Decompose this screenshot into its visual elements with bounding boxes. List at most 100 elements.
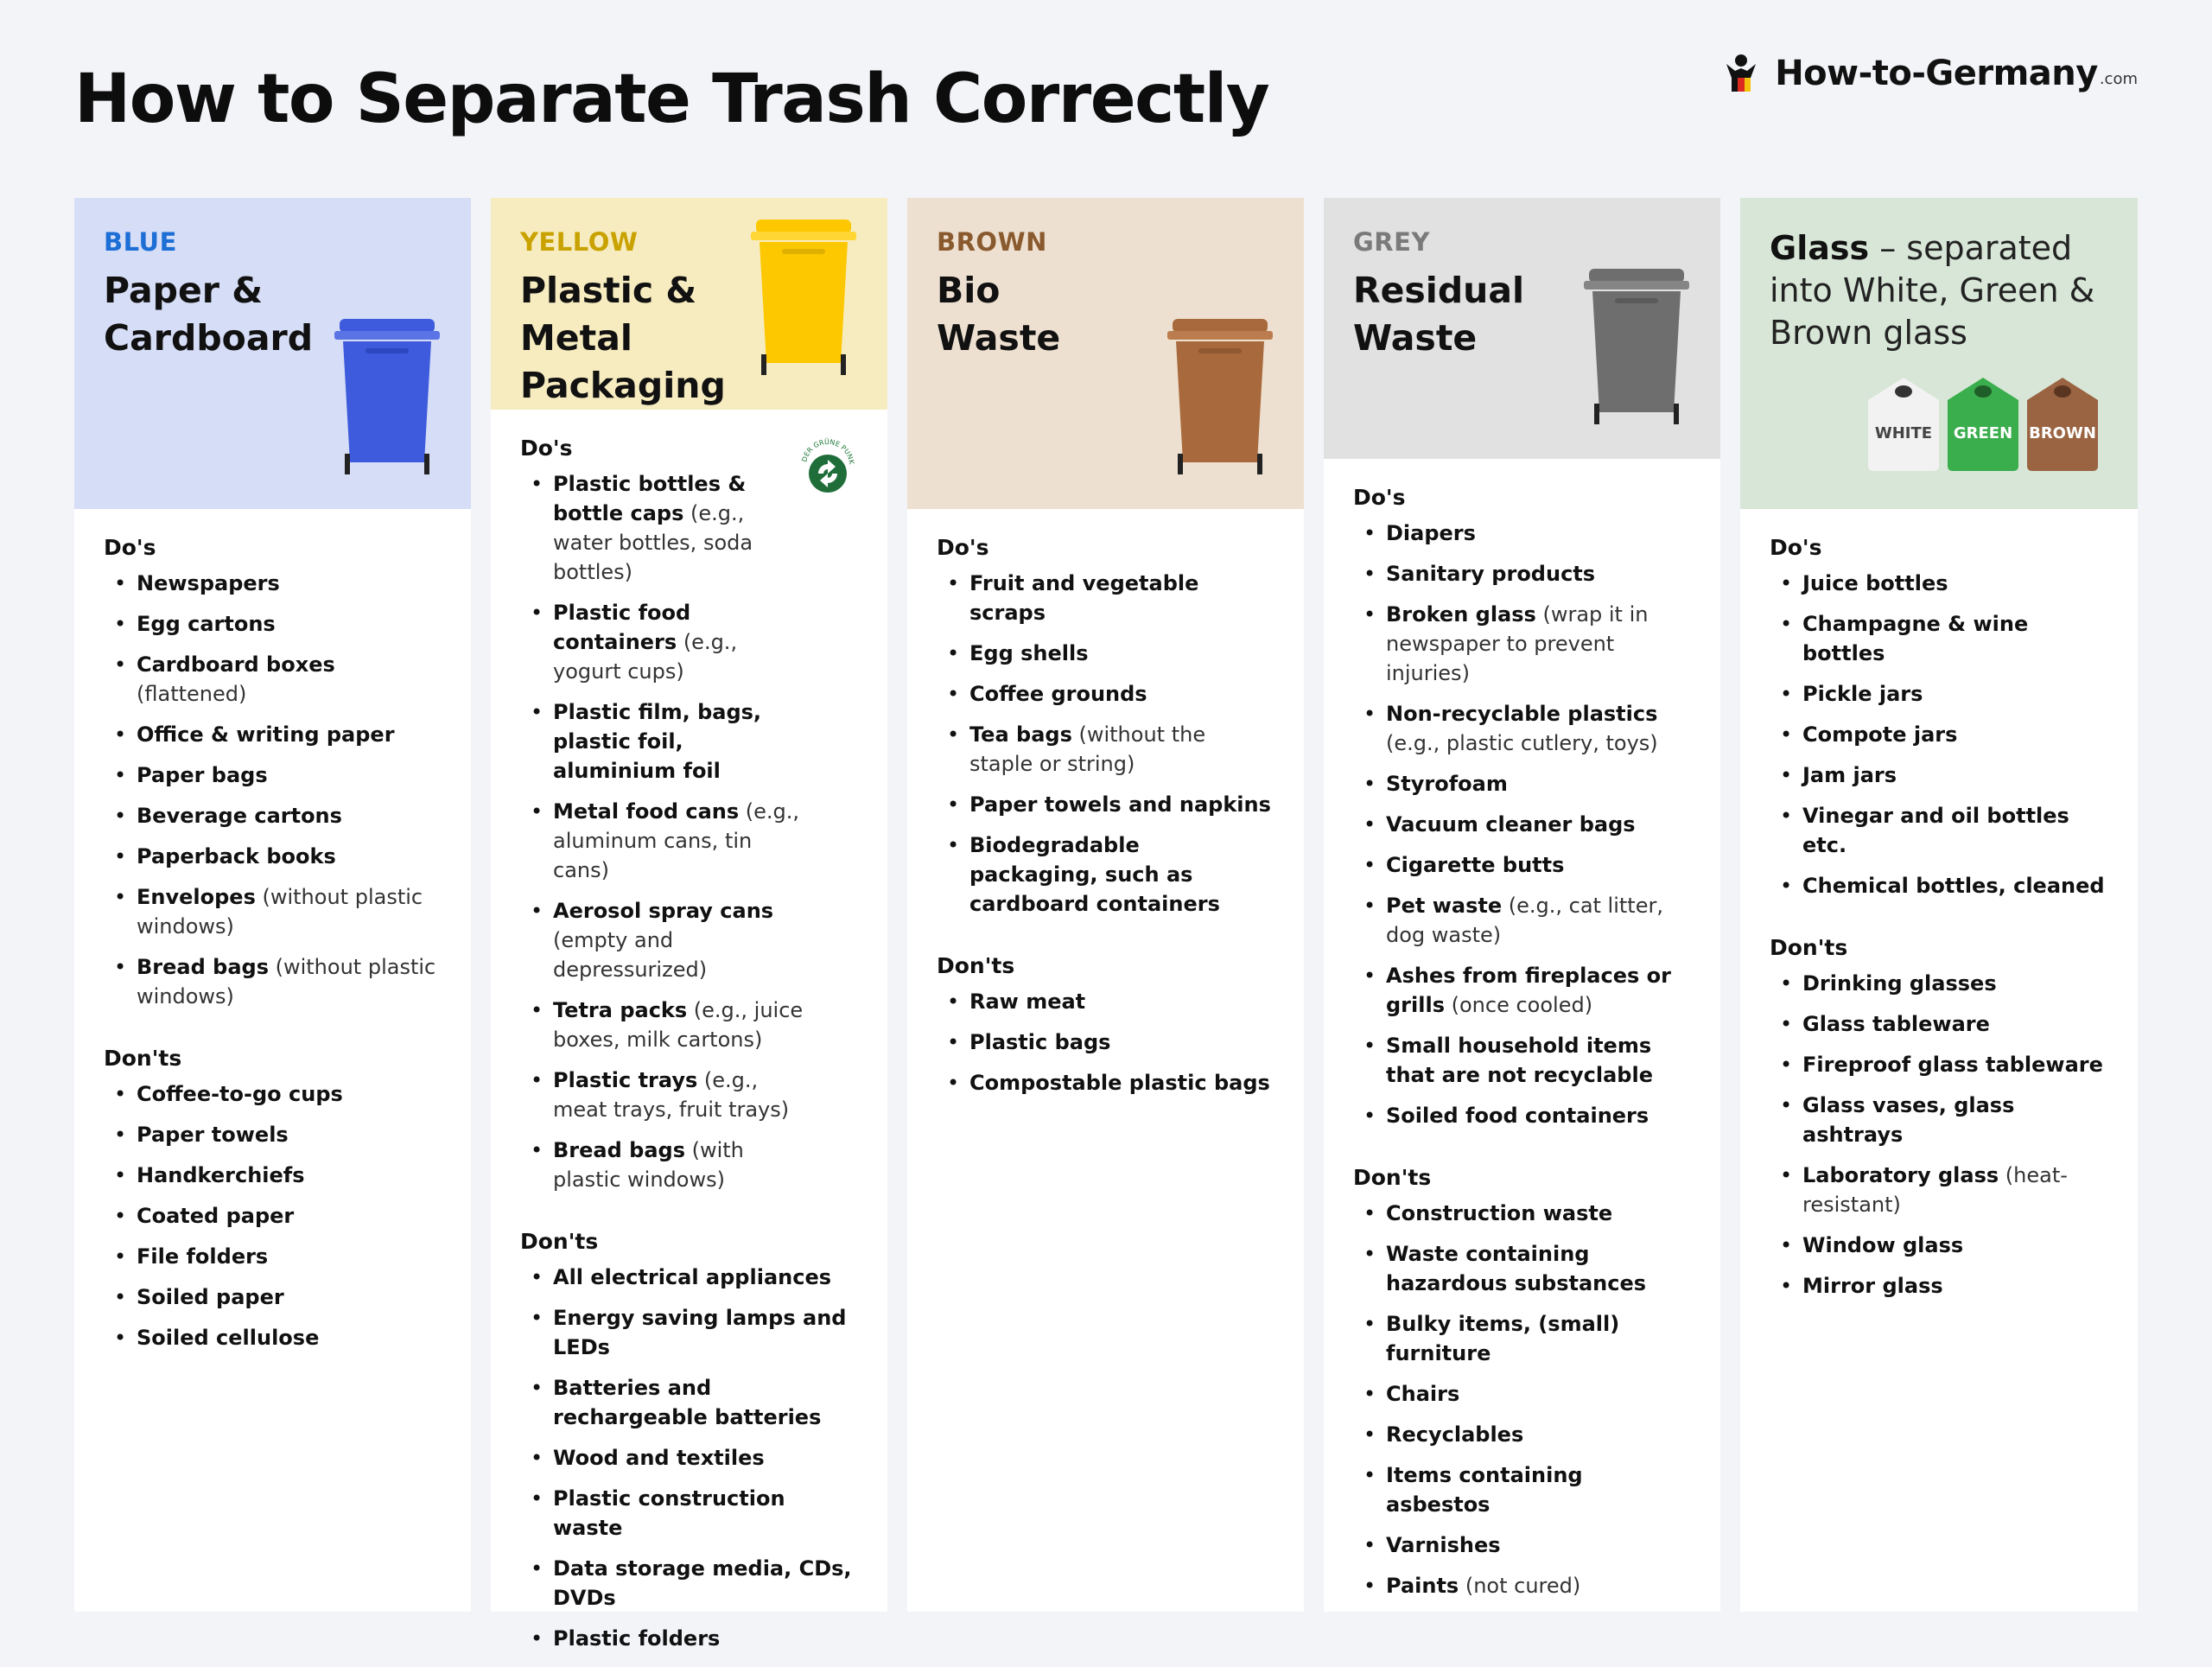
list-item: Bread bags (without plastic windows)	[104, 952, 442, 1011]
list-item: Diapers	[1353, 519, 1691, 548]
list-item: Plastic trays (e.g., meat trays, fruit t…	[520, 1066, 806, 1124]
dos-list: Diapers Sanitary products Broken glass (…	[1353, 519, 1691, 1130]
list-item: Aerosol spray cans (empty and depressuri…	[520, 896, 806, 984]
donts-heading: Don'ts	[520, 1229, 599, 1254]
list-item: Paper towels and napkins	[937, 790, 1274, 819]
column-glass: Glass – separated into White, Green & Br…	[1740, 198, 2138, 1612]
green-glass-container-icon: GREEN	[1944, 374, 2022, 473]
donts-heading: Don'ts	[937, 953, 1015, 978]
list-item: Mirror glass	[1770, 1271, 2108, 1301]
list-item: Small household items that are not recyc…	[1353, 1031, 1691, 1090]
bin-title: Glass – separated into White, Green & Br…	[1770, 229, 2095, 352]
list-item: Coated paper	[104, 1201, 442, 1231]
bin-title: Bio Waste	[937, 270, 1061, 359]
list-item: Plastic folders	[520, 1624, 858, 1653]
column-header: Glass – separated into White, Green & Br…	[1740, 198, 2138, 509]
list-item: Plastic food containers (e.g., yogurt cu…	[520, 598, 806, 686]
brand-logo-link[interactable]: How-to-Germany .com	[1719, 52, 2138, 95]
list-item: Bread bags (with plastic windows)	[520, 1136, 806, 1194]
list-item: Handkerchiefs	[104, 1161, 442, 1190]
list-item: Drinking glasses	[1770, 969, 2108, 998]
column-brown-bin: BROWN Bio Waste Do's Fruit and vegetable…	[907, 198, 1304, 1612]
column-blue-bin: BLUE Paper & Cardboard Do's Newspapers E…	[74, 198, 471, 1612]
list-item: Soiled food containers	[1353, 1101, 1691, 1130]
list-item: Glass vases, glass ashtrays	[1770, 1091, 2108, 1149]
list-item: Champagne & wine bottles	[1770, 609, 2108, 668]
list-item: Office & writing paper	[104, 720, 442, 749]
dos-heading: Do's	[1770, 535, 1822, 560]
list-item: Vacuum cleaner bags	[1353, 810, 1691, 839]
column-header: BROWN Bio Waste	[907, 198, 1304, 509]
list-item: Fruit and vegetable scraps	[937, 569, 1274, 627]
bin-columns: BLUE Paper & Cardboard Do's Newspapers E…	[74, 198, 2138, 1653]
dos-list: Juice bottles Champagne & wine bottles P…	[1770, 569, 2108, 900]
white-glass-container-icon: WHITE	[1865, 374, 1942, 473]
list-item: Ashes from fireplaces or grills (once co…	[1353, 961, 1691, 1020]
bin-color-label: GREY	[1353, 227, 1430, 257]
brand-suffix: .com	[2099, 70, 2138, 88]
list-item: Beverage cartons	[104, 801, 442, 830]
list-item: Fireproof glass tableware	[1770, 1050, 2108, 1079]
donts-list: All electrical appliances Energy saving …	[520, 1263, 858, 1653]
column-header: YELLOW Plastic & Metal Packaging	[491, 198, 887, 410]
list-item: Egg cartons	[104, 609, 442, 639]
list-item: Sanitary products	[1353, 559, 1691, 589]
list-item: Soiled cellulose	[104, 1323, 442, 1352]
bin-color-label: BLUE	[104, 227, 177, 257]
list-item: Pet waste (e.g., cat litter, dog waste)	[1353, 891, 1691, 950]
list-item: Plastic construction waste	[520, 1484, 858, 1543]
donts-heading: Don'ts	[104, 1046, 182, 1071]
list-item: Paper bags	[104, 760, 442, 790]
donts-list: Drinking glasses Glass tableware Firepro…	[1770, 969, 2108, 1301]
list-item: Batteries and rechargeable batteries	[520, 1373, 858, 1432]
bin-color-label: BROWN	[937, 227, 1047, 257]
list-item: Broken glass (wrap it in newspaper to pr…	[1353, 600, 1691, 688]
list-item: Varnishes	[1353, 1530, 1691, 1560]
dos-heading: Do's	[104, 535, 156, 560]
column-body: Do's Diapers Sanitary products Broken gl…	[1324, 459, 1720, 1612]
donts-heading: Don'ts	[1353, 1165, 1432, 1190]
dos-heading: Do's	[937, 535, 989, 560]
list-item: All electrical appliances	[520, 1263, 858, 1292]
list-item: Cigarette butts	[1353, 850, 1691, 880]
list-item: Tea bags (without the staple or string)	[937, 720, 1274, 779]
list-item: Egg shells	[937, 639, 1274, 668]
list-item: Glass tableware	[1770, 1009, 2108, 1039]
column-header: GREY Residual Waste	[1324, 198, 1720, 459]
gruener-punkt-logo: DER GRÜNE PUNKT	[798, 436, 855, 493]
list-item: Compote jars	[1770, 720, 2108, 749]
column-header: BLUE Paper & Cardboard	[74, 198, 471, 509]
list-item: Envelopes (without plastic windows)	[104, 882, 442, 941]
list-item: Soiled paper	[104, 1282, 442, 1312]
list-item: Plastic bags	[937, 1028, 1274, 1057]
brand-name: How-to-Germany	[1775, 54, 2098, 93]
list-item: Tetra packs (e.g., juice boxes, milk car…	[520, 996, 806, 1054]
list-item: Cardboard boxes (flattened)	[104, 650, 442, 709]
list-item: Biodegradable packaging, such as cardboa…	[937, 830, 1274, 919]
list-item: Paperback books	[104, 842, 442, 871]
page-title: How to Separate Trash Correctly	[74, 60, 1270, 138]
person-logo-icon	[1726, 54, 1757, 92]
list-item: Coffee-to-go cups	[104, 1079, 442, 1109]
list-item: Paper towels	[104, 1120, 442, 1149]
bin-title: Plastic & Metal Packaging	[520, 270, 726, 406]
yellow-bin-icon	[751, 220, 856, 375]
list-item: Construction waste	[1353, 1199, 1691, 1228]
column-body: DER GRÜNE PUNKT Do's Plastic bottles & b…	[491, 410, 887, 1664]
blue-bin-icon	[334, 319, 440, 474]
list-item: Data storage media, CDs, DVDs	[520, 1554, 858, 1613]
list-item: Waste containing hazardous substances	[1353, 1239, 1691, 1298]
donts-heading: Don'ts	[1770, 935, 1848, 960]
list-item: Non-recyclable plastics (e.g., plastic c…	[1353, 699, 1691, 758]
list-item: Newspapers	[104, 569, 442, 598]
list-item: File folders	[104, 1242, 442, 1271]
list-item: Vinegar and oil bottles etc.	[1770, 801, 2108, 860]
column-body: Do's Juice bottles Champagne & wine bott…	[1740, 509, 2138, 1312]
list-item: Metal food cans (e.g., aluminum cans, ti…	[520, 797, 806, 885]
list-item: Items containing asbestos	[1353, 1460, 1691, 1519]
brown-bin-icon	[1167, 319, 1273, 474]
list-item: Raw meat	[937, 987, 1274, 1016]
list-item: Wood and textiles	[520, 1443, 858, 1473]
list-item: Chemical bottles, cleaned	[1770, 871, 2108, 900]
brown-glass-container-icon: BROWN	[2024, 374, 2101, 473]
